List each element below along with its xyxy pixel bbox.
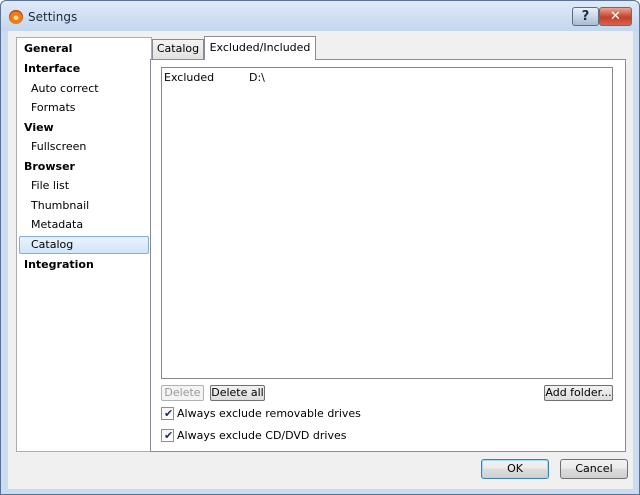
list-item-status: Excluded [164,71,215,84]
delete-all-button[interactable]: Delete all [210,385,265,401]
sidebar-item-label: Interface [24,62,81,75]
list-item[interactable]: Excluded D:\ [164,70,604,86]
sidebar-item-formats[interactable]: Formats [19,99,149,117]
sidebar-item-label: Integration [24,258,94,271]
help-button[interactable]: ? [572,7,599,26]
settings-nav-tree[interactable]: General Interface Auto correct Formats V… [16,37,152,452]
sidebar-item-label: Formats [31,101,76,114]
sidebar-item-integration[interactable]: Integration [19,256,149,274]
excluded-included-panel: Excluded D:\ Delete Delete all Add folde… [150,59,626,452]
sidebar-item-metadata[interactable]: Metadata [19,216,149,234]
sidebar-item-label: Auto correct [31,82,99,95]
sidebar-item-catalog[interactable]: Catalog [19,236,149,254]
tab-catalog[interactable]: Catalog [152,39,204,59]
add-folder-button[interactable]: Add folder... [544,385,613,401]
sidebar-item-label: View [24,121,54,134]
sidebar-item-label: Browser [24,160,75,173]
sidebar-item-browser[interactable]: Browser [19,158,149,176]
sidebar-item-label: Metadata [31,218,84,231]
sidebar-item-label: Thumbnail [31,199,90,212]
sidebar-item-interface[interactable]: Interface [19,60,149,78]
app-icon [9,10,23,24]
sidebar-item-label: File list [31,179,70,192]
checkmark-icon: ✔ [164,407,174,420]
sidebar-item-view[interactable]: View [19,119,149,137]
dialog-client-area: General Interface Auto correct Formats V… [8,31,633,489]
sidebar-item-fullscreen[interactable]: Fullscreen [19,138,149,156]
exclude-cd-dvd-label[interactable]: Always exclude CD/DVD drives [177,429,346,443]
folder-list[interactable]: Excluded D:\ [161,67,613,379]
tab-excluded-included[interactable]: Excluded/Included [204,36,316,60]
exclude-cd-dvd-checkbox[interactable]: ✔ [161,429,174,442]
cancel-button[interactable]: Cancel [560,459,628,479]
sidebar-item-label: General [24,42,73,55]
close-button[interactable]: ✕ [599,7,632,26]
sidebar-item-auto-correct[interactable]: Auto correct [19,80,149,98]
sidebar-item-file-list[interactable]: File list [19,177,149,195]
exclude-removable-label[interactable]: Always exclude removable drives [177,407,361,421]
sidebar-item-thumbnail[interactable]: Thumbnail [19,197,149,215]
sidebar-item-general[interactable]: General [19,40,149,58]
list-item-path: D:\ [249,71,265,84]
title-bar[interactable]: Settings ? ✕ [1,1,639,31]
exclude-removable-checkbox[interactable]: ✔ [161,407,174,420]
ok-button[interactable]: OK [481,459,549,479]
sidebar-item-label: Catalog [31,238,74,251]
sidebar-item-label: Fullscreen [31,140,87,153]
checkmark-icon: ✔ [164,429,174,442]
delete-button[interactable]: Delete [161,385,204,401]
window-title: Settings [28,10,78,24]
settings-window: Settings ? ✕ General Interface Auto corr… [0,0,640,495]
